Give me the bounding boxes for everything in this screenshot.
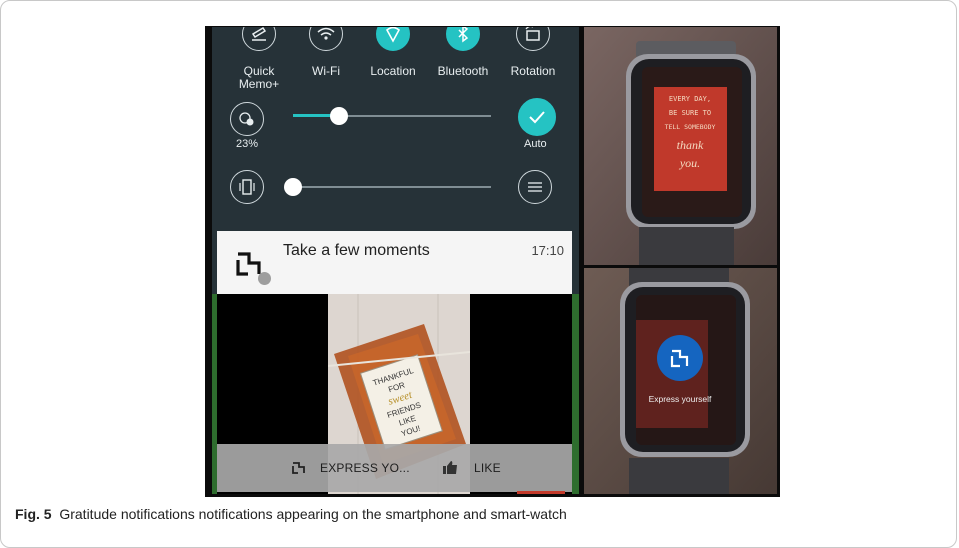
- figure-caption: Fig. 5 Gratitude notifications notificat…: [15, 506, 567, 522]
- qs-label: Rotation: [510, 64, 556, 78]
- sound-settings-icon[interactable]: [518, 170, 552, 204]
- phone-screenshot: Quick Memo+ Wi-Fi Location Bluetooth Rot…: [212, 27, 579, 494]
- volume-track[interactable]: [293, 186, 491, 188]
- qs-label: Bluetooth: [437, 64, 489, 78]
- express-yourself-label: Express yourself: [649, 394, 712, 404]
- qs-bluetooth[interactable]: Bluetooth: [426, 27, 500, 78]
- vibrate-icon[interactable]: [230, 170, 264, 204]
- card-text: thank: [677, 138, 704, 152]
- notification-actions: EXPRESS YO... LIKE: [217, 444, 572, 492]
- card-text: BE SURE TO: [669, 109, 711, 117]
- card-text: you.: [679, 156, 700, 170]
- card-text: EVERY DAY,: [669, 95, 711, 103]
- brightness-value: 23%: [236, 138, 259, 150]
- thumbs-up-icon: [442, 460, 458, 474]
- qs-wifi[interactable]: Wi-Fi: [289, 27, 363, 78]
- brightness-icon[interactable]: [230, 102, 264, 136]
- express-action-button[interactable]: EXPRESS YO...: [320, 461, 410, 475]
- app-logo-icon: [291, 459, 307, 475]
- notification-title: Take a few moments: [283, 242, 430, 259]
- location-icon: [376, 27, 410, 51]
- notification-time: 17:10: [531, 243, 564, 258]
- sync-badge-icon: [258, 272, 271, 285]
- auto-brightness-toggle[interactable]: [518, 98, 556, 136]
- watch-photo-top: EVERY DAY, BE SURE TO TELL SOMEBODY than…: [584, 27, 777, 265]
- background-strip: [572, 294, 579, 494]
- quick-memo-icon: [242, 27, 276, 51]
- qs-label: Location: [370, 64, 416, 78]
- card-text: TELL SOMEBODY: [665, 123, 716, 131]
- clear-button[interactable]: [517, 491, 565, 494]
- qs-label: Wi-Fi: [312, 64, 340, 78]
- auto-label: Auto: [524, 138, 547, 150]
- wifi-icon: [309, 27, 343, 51]
- qs-quick-memo[interactable]: Quick Memo+: [222, 27, 296, 91]
- caption-label: Fig. 5: [15, 506, 52, 522]
- volume-thumb[interactable]: [284, 178, 302, 196]
- like-action-button[interactable]: LIKE: [474, 461, 501, 475]
- qs-label: Quick Memo+: [238, 64, 280, 91]
- brightness-thumb[interactable]: [329, 107, 348, 125]
- caption-text: Gratitude notifications notifications ap…: [59, 506, 567, 522]
- rotation-icon: [516, 27, 550, 51]
- notification-card[interactable]: Take a few moments 17:10: [217, 231, 572, 294]
- qs-rotation[interactable]: Rotation: [496, 27, 570, 78]
- bluetooth-icon: [446, 27, 480, 51]
- qs-location[interactable]: Location: [356, 27, 430, 78]
- watch-photo-bottom: Express yourself: [584, 268, 777, 494]
- check-icon: [529, 111, 545, 124]
